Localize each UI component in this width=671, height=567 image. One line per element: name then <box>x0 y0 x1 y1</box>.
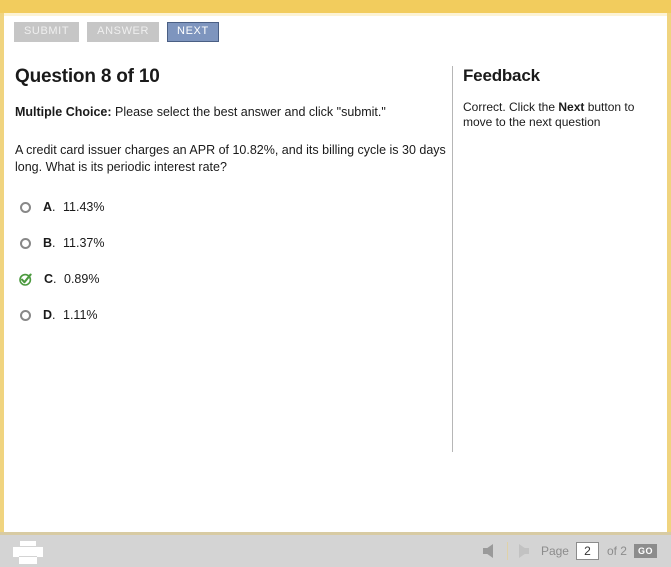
option-text: 1.11% <box>63 308 98 322</box>
pagination-controls: Page of 2 GO <box>482 535 657 567</box>
option-letter: D. <box>43 308 56 322</box>
question-instruction: Multiple Choice: Please select the best … <box>15 104 453 120</box>
feedback-next-keyword: Next <box>558 100 585 114</box>
instruction-text: Please select the best answer and click … <box>111 105 386 119</box>
arrow-left-icon[interactable] <box>482 544 493 558</box>
nav-separator <box>506 542 508 560</box>
radio-button-icon[interactable] <box>20 202 31 213</box>
question-panel: Question 8 of 10 Multiple Choice: Please… <box>15 66 453 344</box>
option-text: 11.43% <box>63 200 105 214</box>
next-button[interactable]: NEXT <box>167 22 219 42</box>
page-number-input[interactable] <box>575 542 599 560</box>
option-letter: A. <box>43 200 56 214</box>
feedback-text: Correct. Click the Next button to move t… <box>463 100 655 130</box>
feedback-panel: Feedback Correct. Click the Next button … <box>463 66 655 130</box>
option-letter: B. <box>43 236 56 250</box>
option-text: 0.89% <box>64 272 100 286</box>
footer-bar: Page of 2 GO <box>0 535 671 567</box>
correct-check-icon[interactable] <box>19 273 32 286</box>
radio-button-icon[interactable] <box>20 310 31 321</box>
answer-button[interactable]: ANSWER <box>87 22 160 42</box>
arrow-right-icon[interactable] <box>518 544 529 558</box>
page-label: Page <box>540 544 569 558</box>
printer-icon[interactable] <box>13 541 43 564</box>
top-gold-bar <box>0 0 671 13</box>
frame-right-border <box>667 13 671 535</box>
list-item[interactable]: D. 1.11% <box>15 308 453 344</box>
option-letter: C. <box>44 272 57 286</box>
list-item[interactable]: A. 11.43% <box>15 200 453 236</box>
page-total-label: of 2 <box>606 544 627 558</box>
feedback-title: Feedback <box>463 66 540 85</box>
column-divider <box>452 66 453 452</box>
quiz-window: SUBMIT ANSWER NEXT Question 8 of 10 Mult… <box>0 0 671 567</box>
question-stem: A credit card issuer charges an APR of 1… <box>15 143 446 174</box>
option-text: 11.37% <box>63 236 105 250</box>
submit-button[interactable]: SUBMIT <box>14 22 80 42</box>
action-toolbar: SUBMIT ANSWER NEXT <box>14 22 219 42</box>
feedback-text-before: Correct. Click the <box>463 100 559 114</box>
list-item[interactable]: C. 0.89% <box>15 272 453 308</box>
answer-options-list: A. 11.43% B. 11.37% C. 0.89% D. 1.11% <box>15 200 453 344</box>
printer-icon-top <box>20 541 36 546</box>
instruction-label: Multiple Choice: <box>15 105 112 119</box>
go-button[interactable]: GO <box>633 544 657 558</box>
page-title: Question 8 of 10 <box>15 66 160 87</box>
printer-icon-tray <box>19 556 37 564</box>
list-item[interactable]: B. 11.37% <box>15 236 453 272</box>
radio-button-icon[interactable] <box>20 238 31 249</box>
content-area: SUBMIT ANSWER NEXT Question 8 of 10 Mult… <box>4 16 667 532</box>
